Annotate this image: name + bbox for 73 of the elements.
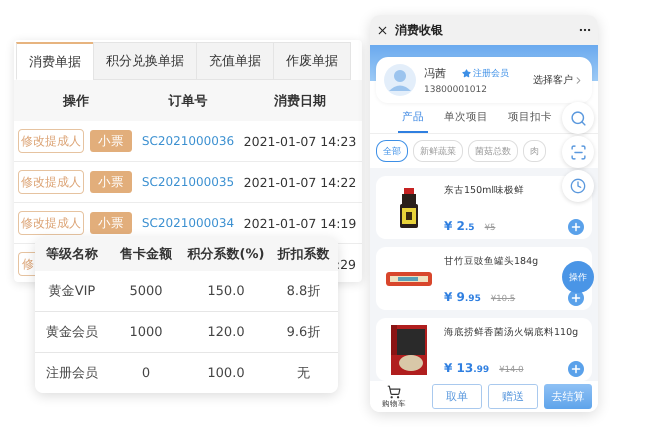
product-name: 海底捞鲜香菌汤火锅底料110g [444, 326, 578, 339]
original-price: ¥14.0 [499, 365, 524, 375]
table-cell: 120.0 [183, 312, 269, 353]
member-badge: 注册会员 [462, 66, 509, 80]
column-header: 操作 [14, 80, 138, 121]
column-header: 售卡金额 [109, 237, 183, 271]
tab[interactable]: 单次项目 [440, 103, 492, 133]
cart-icon [387, 384, 401, 398]
action-button[interactable]: 去结算 [544, 384, 592, 409]
column-header: 订单号 [138, 80, 238, 121]
add-button[interactable] [568, 219, 584, 235]
category-chip[interactable]: 全部 [376, 140, 408, 162]
tab[interactable]: 充值单据 [196, 42, 274, 80]
tab[interactable]: 积分兑换单据 [93, 42, 197, 80]
tab[interactable]: 项目扣卡 [504, 103, 556, 133]
price-text: ¥ 2.5 [444, 219, 475, 233]
product-card[interactable]: 海底捞鲜香菌汤火锅底料110g ¥ 13.99 ¥14.0 [376, 318, 592, 381]
category-chip[interactable]: 菌菇总数 [468, 140, 518, 162]
table-cell-text: 注册会员 [45, 365, 99, 383]
customer-name: 冯茜 [424, 66, 446, 80]
table-cell: 9.6折 [269, 312, 338, 353]
table-cell: 5000 [109, 271, 183, 312]
table-cell-text: 100.0 [206, 364, 246, 382]
category-chip[interactable]: 新鲜蔬菜 [413, 140, 463, 162]
column-header: 折扣系数 [269, 237, 338, 271]
product-card[interactable]: 东古150ml味极鲜 ¥ 2.5 ¥5 [376, 176, 592, 239]
date-text: :29 [336, 256, 356, 272]
table-cell: 8.8折 [269, 271, 338, 312]
order-number-link[interactable]: SC2021000034 [142, 216, 234, 230]
clock-icon [570, 178, 586, 194]
price-text: ¥ 13.99 [444, 361, 490, 375]
select-customer-button[interactable]: 选择客户 [533, 73, 584, 87]
screen-title: 消费收银 [395, 22, 444, 38]
table-cell: 黄金会员 [35, 312, 109, 353]
add-button[interactable] [568, 361, 584, 377]
receipt-button[interactable]: 小票 [90, 171, 132, 193]
column-header: 积分系数(%) [183, 237, 269, 271]
plus-icon [570, 292, 582, 304]
order-number-link[interactable]: SC2021000036 [142, 134, 234, 148]
phone-number: 13800001012 [424, 84, 488, 94]
close-icon[interactable] [376, 24, 389, 36]
scan-icon [570, 144, 586, 160]
edit-commission-button[interactable]: 修改提成人 [18, 129, 84, 153]
product-name: 东古150ml味极鲜 [444, 184, 524, 197]
table-cell: 黄金VIP [35, 271, 109, 312]
receipt-button[interactable]: 小票 [90, 130, 132, 152]
column-header: 消费日期 [238, 80, 362, 121]
avatar-icon [384, 64, 416, 96]
tab[interactable]: 消费单据 [16, 42, 94, 80]
receipt-button[interactable]: 小票 [90, 212, 132, 234]
category-chip[interactable]: 肉 [523, 140, 546, 162]
product-name: 甘竹豆豉鱼罐头184g [444, 255, 538, 268]
original-price: ¥10.5 [490, 294, 516, 304]
date-text: 2021-01-07 14:22 [244, 174, 356, 190]
column-header: 等级名称 [35, 237, 109, 271]
table-cell: 150.0 [183, 271, 269, 312]
original-price: ¥5 [484, 223, 496, 233]
search-icon [570, 110, 586, 126]
tab[interactable]: 产品 [398, 103, 428, 133]
order-number-link[interactable]: SC2021000035 [142, 175, 234, 189]
date-text: 2021-01-07 14:23 [244, 134, 356, 148]
table-cell-text: 无 [296, 365, 311, 383]
edit-commission-button[interactable]: 修改提成人 [18, 170, 84, 194]
tab[interactable]: 作废单据 [273, 42, 351, 80]
action-button[interactable]: 取单 [432, 384, 482, 409]
edit-commission-button[interactable]: 修改提成人 [18, 211, 84, 235]
plus-icon [570, 363, 582, 375]
action-button[interactable]: 赠送 [488, 384, 538, 409]
table-cell: 1000 [109, 312, 183, 353]
table-cell-text: 0 [140, 364, 152, 382]
plus-icon [570, 221, 582, 233]
date-text: 2021-01-07 14:19 [244, 216, 356, 230]
price-text: ¥ 9.95 [444, 290, 481, 304]
